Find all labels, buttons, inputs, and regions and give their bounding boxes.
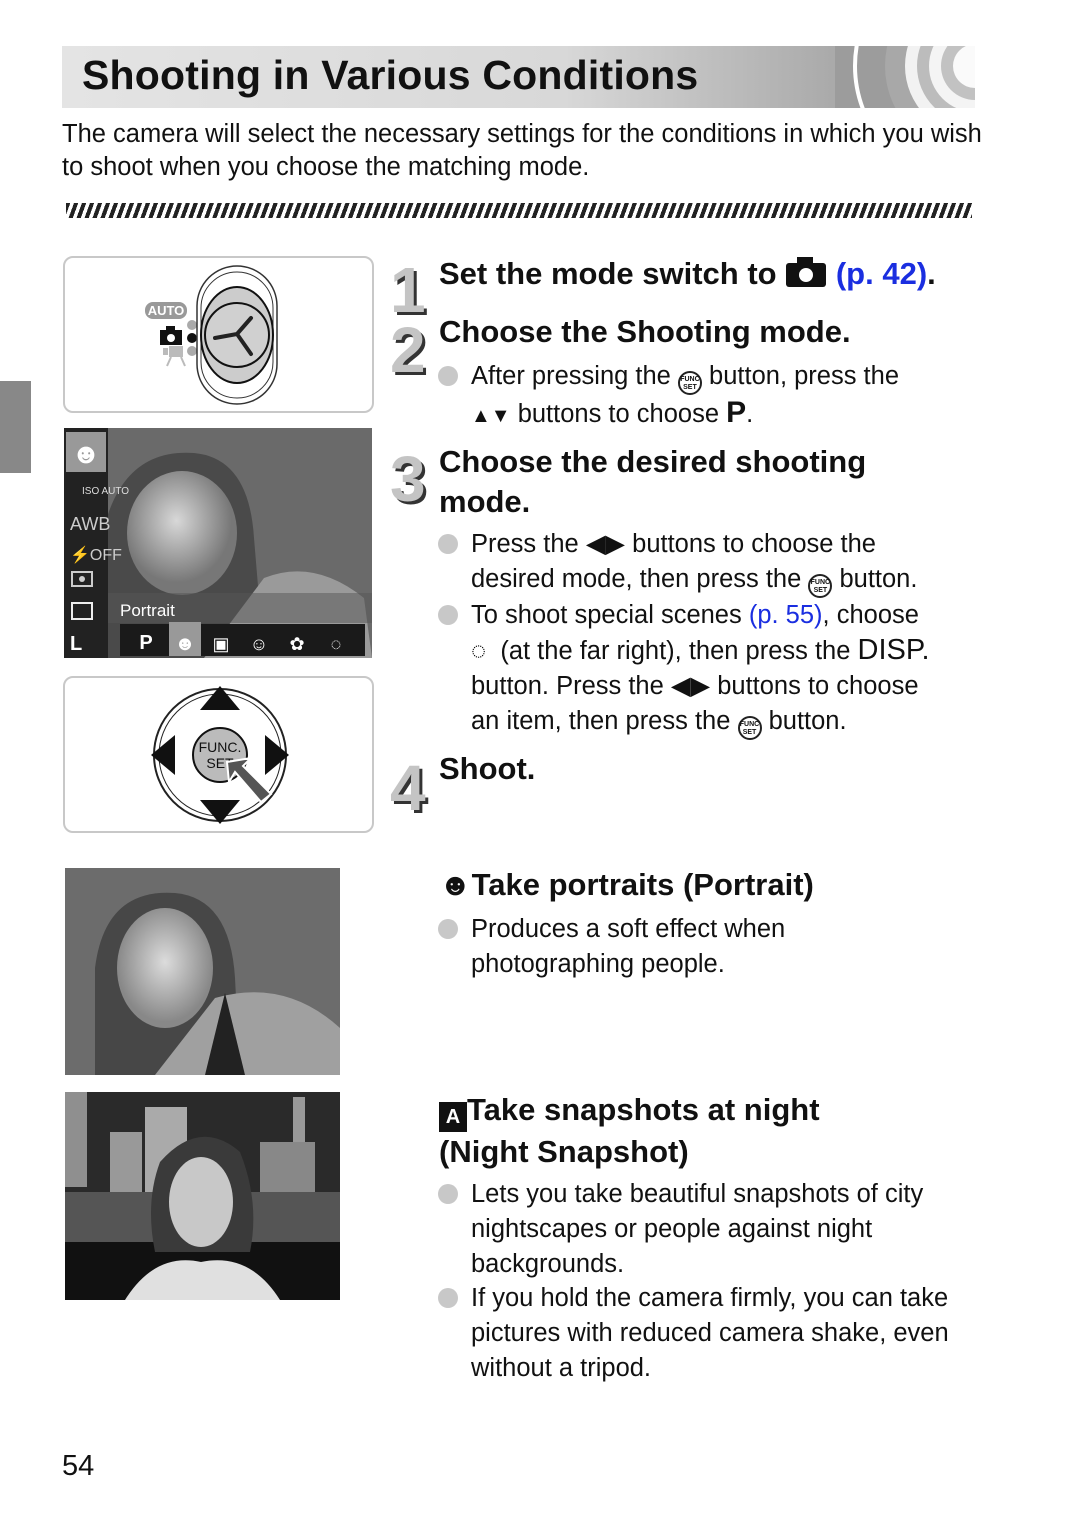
press-pointer-icon	[225, 756, 273, 804]
bullet-icon	[438, 605, 458, 625]
lcd-portrait-icon: ☻	[71, 438, 100, 469]
page-title: Shooting in Various Conditions	[82, 52, 699, 98]
portrait-sample-photo	[65, 868, 340, 1075]
bullet-icon	[438, 534, 458, 554]
mode-switch-illustration: AUTO	[63, 256, 374, 413]
auto-label: AUTO	[148, 303, 185, 318]
flash-off-icon: ⚡OFF	[70, 545, 122, 564]
func-set-button-icon: FUNC SET	[808, 574, 833, 598]
scene-mode-icon: ◌	[471, 637, 487, 665]
mode-portrait-icon: ☻	[174, 633, 195, 655]
hatch-divider	[66, 203, 972, 218]
movie-icon	[163, 346, 186, 367]
mode-kids-icon: ☺	[250, 634, 268, 654]
step-3-bullet-1: Press the ◀▶ buttons to choose the desir…	[438, 527, 971, 598]
awb-icon: AWB	[70, 514, 110, 534]
mode-night-icon: ▣	[212, 634, 229, 654]
left-right-arrows-icon: ◀▶	[670, 672, 711, 700]
title-banner: Shooting in Various Conditions	[62, 46, 975, 108]
night-snapshot-heading: A Take snapshots at night (Night Snapshot)	[439, 1092, 820, 1169]
bullet-icon	[438, 1184, 458, 1204]
program-mode-icon: P	[726, 396, 747, 429]
intro-text: The camera will select the necessary set…	[62, 120, 982, 181]
portrait-bullet: Produces a soft effect when photographin…	[438, 912, 871, 982]
camera-icon	[160, 326, 182, 345]
mode-scene-icon: ◌	[331, 634, 342, 654]
night-snapshot-sample-photo	[65, 1092, 340, 1300]
step-number-2: 2	[390, 314, 426, 386]
step-1-heading: Set the mode switch to (p. 42).	[439, 256, 936, 291]
step-2-bullet: After pressing the FUNC SET button, press…	[438, 359, 971, 434]
mode-indoor-icon: ✿	[289, 634, 304, 654]
rings-decoration-icon	[835, 46, 975, 108]
step-number-1: 1	[390, 254, 426, 326]
func-set-button-icon: FUNC SET	[677, 371, 702, 395]
portrait-mode-heading: ☻Take portraits (Portrait)	[439, 867, 814, 902]
func-label: FUNC.	[199, 739, 242, 755]
camera-icon	[786, 257, 827, 287]
bullet-icon	[438, 1288, 458, 1308]
night-bullet-1: Lets you take beautiful snapshots of cit…	[438, 1177, 971, 1282]
page-number: 54	[62, 1450, 95, 1482]
step-number-4: 4	[390, 752, 426, 824]
control-dial-illustration: FUNC. SET	[63, 676, 374, 833]
disp-button-label: DISP.	[857, 634, 930, 666]
mode-p-icon: P	[139, 632, 152, 654]
iso-auto-icon: ISO AUTO	[82, 486, 129, 497]
step-3-bullet-2: To shoot special scenes (p. 55), choose …	[438, 598, 976, 740]
step-4-heading: Shoot.	[439, 751, 536, 786]
func-set-button-icon: FUNC SET	[737, 716, 762, 740]
bullet-icon	[438, 919, 458, 939]
up-down-arrows-icon: ▲▼	[471, 405, 511, 427]
lcd-screen: ☻ ISO AUTO AWB ⚡OFF L Portrait P ☻ ▣ ☺ ✿…	[64, 428, 372, 658]
step-3-heading: Choose the desired shooting mode.	[439, 444, 867, 519]
size-l-icon: L	[70, 633, 82, 655]
step-number-3: 3	[390, 443, 426, 515]
night-bullet-2: If you hold the camera firmly, you can t…	[438, 1281, 976, 1386]
portrait-icon: ☻	[439, 867, 472, 902]
page-link-55[interactable]: (p. 55)	[749, 601, 823, 629]
left-right-arrows-icon: ◀▶	[585, 530, 626, 558]
page-link-42[interactable]: (p. 42)	[836, 256, 927, 291]
bullet-icon	[438, 366, 458, 386]
lcd-mode-label: Portrait	[120, 601, 175, 620]
night-snapshot-icon: A	[439, 1102, 467, 1132]
chapter-side-tab	[0, 381, 31, 473]
step-2-heading: Choose the Shooting mode.	[439, 314, 851, 349]
